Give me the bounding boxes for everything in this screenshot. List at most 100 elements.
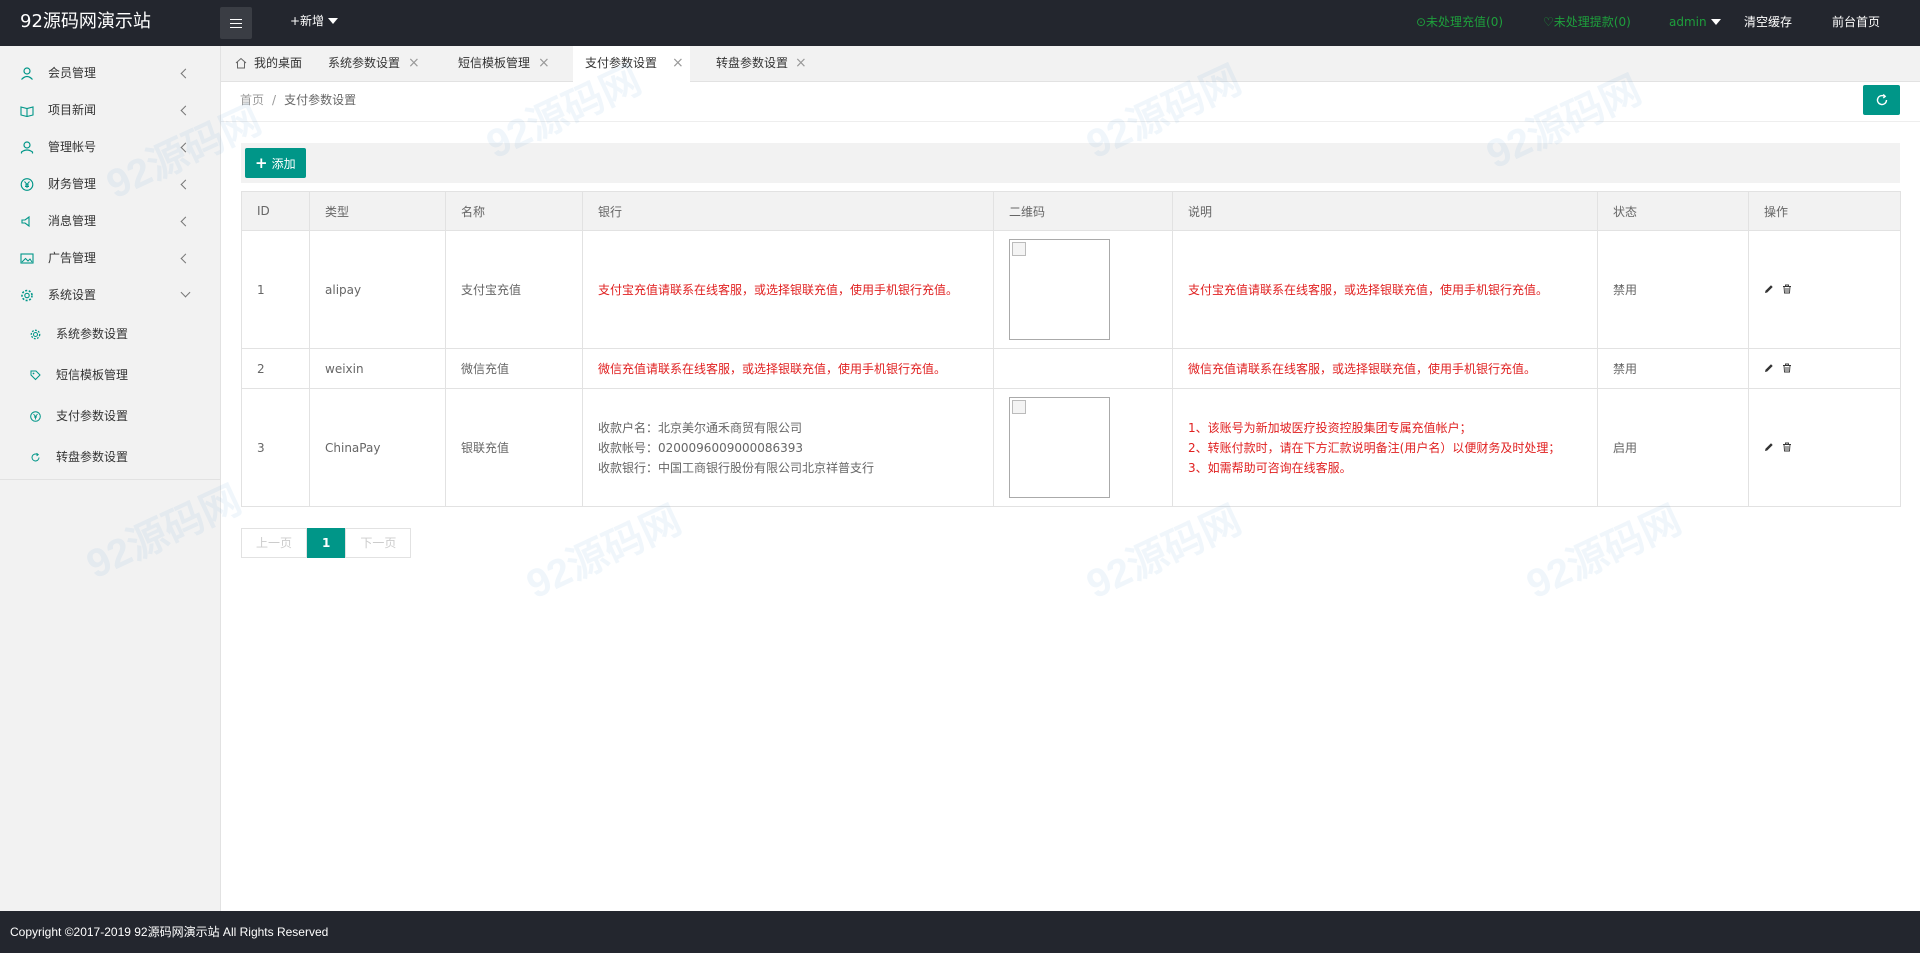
edit-icon[interactable] bbox=[1764, 284, 1774, 294]
tab-payment-params[interactable]: 支付参数设置 × bbox=[573, 46, 690, 83]
bank-line: 收款户名：北京美尔通禾商贸有限公司 bbox=[598, 420, 803, 435]
sidebar-item-settings[interactable]: 系统设置 bbox=[0, 277, 221, 314]
cell-id: 1 bbox=[241, 230, 310, 349]
chevron-down-icon bbox=[180, 287, 191, 298]
column-header: 名称 bbox=[445, 191, 583, 231]
top-header: 92源码网演示站 +新增 ⊙未处理充值(0) ♡未处理提款(0) admin 清… bbox=[0, 0, 1920, 46]
sidebar-subitem-wheel-params[interactable]: 转盘参数设置 bbox=[0, 437, 221, 478]
cell-description: 微信充值请联系在线客服，或选择银联充值，使用手机银行充值。 bbox=[1172, 348, 1598, 389]
cell-actions bbox=[1748, 230, 1901, 349]
sidebar-subitem-sms-templates[interactable]: 短信模板管理 bbox=[0, 355, 221, 396]
edit-icon[interactable] bbox=[1764, 363, 1774, 373]
sidebar-subitem-system-params[interactable]: 系统参数设置 bbox=[0, 314, 221, 355]
yen-icon bbox=[30, 411, 41, 422]
column-header: ID bbox=[241, 191, 310, 231]
description-line: 3、如需帮助可咨询在线客服。 bbox=[1188, 460, 1352, 475]
tag-icon bbox=[30, 370, 41, 381]
sidebar-item-finance[interactable]: 财务管理 bbox=[0, 166, 221, 203]
qrcode-image[interactable] bbox=[1009, 239, 1110, 340]
tab-label: 短信模板管理 bbox=[458, 56, 531, 70]
chevron-left-icon bbox=[180, 142, 191, 153]
breadcrumb-current: 支付参数设置 bbox=[284, 93, 357, 107]
pending-withdraw-link[interactable]: ♡未处理提款(0) bbox=[1543, 0, 1631, 46]
cell-description: 1、该账号为新加坡医疗投资控股集团专属充值帐户； 2、转账付款时，请在下方汇款说… bbox=[1172, 388, 1598, 507]
chevron-left-icon bbox=[180, 68, 191, 79]
refresh-icon bbox=[1876, 93, 1887, 106]
column-header: 操作 bbox=[1748, 191, 1901, 231]
app-logo[interactable]: 92源码网演示站 bbox=[20, 0, 151, 46]
bank-line: 收款帐号：0200096009000086393 bbox=[598, 440, 804, 455]
refresh-icon bbox=[31, 452, 40, 462]
chevron-left-icon bbox=[180, 216, 191, 227]
next-page-button[interactable]: 下一页 bbox=[345, 528, 412, 558]
sidebar-item-news[interactable]: 项目新闻 bbox=[0, 92, 221, 129]
breadcrumb-divider bbox=[221, 121, 1920, 122]
cell-description: 支付宝充值请联系在线客服，或选择银联充值，使用手机银行充值。 bbox=[1172, 230, 1598, 349]
sidebar-subitem-payment-params[interactable]: 支付参数设置 bbox=[0, 396, 221, 437]
column-header: 状态 bbox=[1597, 191, 1749, 231]
cell-name: 微信充值 bbox=[445, 348, 583, 389]
chevron-left-icon bbox=[180, 253, 191, 264]
tab-label: 系统参数设置 bbox=[328, 56, 401, 70]
add-button[interactable]: + 添加 bbox=[245, 148, 306, 178]
person-icon bbox=[20, 141, 34, 154]
clear-cache-link[interactable]: 清空缓存 bbox=[1744, 0, 1792, 46]
toolbar: + 添加 bbox=[241, 143, 1900, 183]
cell-name: 支付宝充值 bbox=[445, 230, 583, 349]
close-icon[interactable]: × bbox=[408, 46, 420, 80]
delete-icon[interactable] bbox=[1782, 442, 1792, 452]
hamburger-icon bbox=[230, 18, 242, 28]
breadcrumb-home[interactable]: 首页 bbox=[240, 93, 264, 107]
description-line: 1、该账号为新加坡医疗投资控股集团专属充值帐户； bbox=[1188, 420, 1472, 435]
tab-system-params[interactable]: 系统参数设置 × bbox=[316, 46, 426, 82]
sidebar-item-label: 消息管理 bbox=[48, 214, 97, 228]
tab-wheel-params[interactable]: 转盘参数设置 × bbox=[704, 46, 814, 82]
plus-icon: + bbox=[255, 154, 268, 172]
caret-down-icon bbox=[1710, 19, 1721, 25]
footer: Copyright ©2017-2019 92源码网演示站 All Rights… bbox=[0, 911, 1920, 953]
sidebar: 会员管理 项目新闻 管理帐号 财务管理 消息管理 广告管理 系统设置 系统参数设… bbox=[0, 46, 221, 911]
qrcode-image[interactable] bbox=[1009, 397, 1110, 498]
main-content: 首页 / 支付参数设置 + 添加 ID 类型 名称 银行 二维码 说明 状态 操作 1 bbox=[221, 82, 1920, 911]
user-icon bbox=[21, 67, 33, 80]
tab-my-desktop[interactable]: 我的桌面 bbox=[221, 46, 314, 82]
delete-icon[interactable] bbox=[1782, 363, 1792, 373]
cell-qrcode bbox=[993, 388, 1173, 507]
tab-sms-templates[interactable]: 短信模板管理 × bbox=[446, 46, 556, 82]
prev-page-button[interactable]: 上一页 bbox=[241, 528, 308, 558]
cell-actions bbox=[1748, 388, 1901, 507]
bank-line: 收款银行：中国工商银行股份有限公司北京祥普支行 bbox=[598, 460, 875, 475]
add-new-dropdown[interactable]: +新增 bbox=[290, 0, 339, 46]
sidebar-subitem-label: 支付参数设置 bbox=[56, 409, 129, 423]
sidebar-item-members[interactable]: 会员管理 bbox=[0, 55, 221, 92]
edit-icon[interactable] bbox=[1764, 442, 1774, 452]
admin-label: admin bbox=[1669, 15, 1707, 29]
cell-bank: 收款户名：北京美尔通禾商贸有限公司 收款帐号：02000960090000863… bbox=[582, 388, 994, 507]
sidebar-item-label: 会员管理 bbox=[48, 66, 97, 80]
cell-type: ChinaPay bbox=[309, 388, 446, 507]
menu-toggle-button[interactable] bbox=[220, 7, 252, 39]
table-row: 3 ChinaPay 银联充值 收款户名：北京美尔通禾商贸有限公司 收款帐号：0… bbox=[241, 388, 1901, 507]
book-icon bbox=[20, 106, 34, 117]
close-icon[interactable]: × bbox=[538, 46, 550, 80]
close-icon[interactable]: × bbox=[672, 46, 684, 80]
gear-icon bbox=[30, 329, 41, 340]
cell-id: 3 bbox=[241, 388, 310, 507]
sidebar-item-messages[interactable]: 消息管理 bbox=[0, 203, 221, 240]
column-header: 类型 bbox=[309, 191, 446, 231]
close-icon[interactable]: × bbox=[795, 46, 807, 80]
pending-recharge-link[interactable]: ⊙未处理充值(0) bbox=[1416, 0, 1503, 46]
admin-menu[interactable]: admin bbox=[1669, 0, 1721, 46]
breadcrumb-separator: / bbox=[272, 93, 277, 107]
breadcrumb: 首页 / 支付参数设置 bbox=[240, 82, 356, 122]
sidebar-item-label: 财务管理 bbox=[48, 177, 97, 191]
caret-down-icon bbox=[328, 18, 339, 24]
sidebar-item-ads[interactable]: 广告管理 bbox=[0, 240, 221, 277]
sidebar-subitem-label: 系统参数设置 bbox=[56, 327, 129, 341]
page-number-button[interactable]: 1 bbox=[307, 528, 346, 558]
delete-icon[interactable] bbox=[1782, 284, 1792, 294]
front-home-link[interactable]: 前台首页 bbox=[1832, 0, 1880, 46]
tab-label: 支付参数设置 bbox=[585, 56, 658, 70]
sidebar-item-accounts[interactable]: 管理帐号 bbox=[0, 129, 221, 166]
refresh-button[interactable] bbox=[1863, 85, 1900, 115]
